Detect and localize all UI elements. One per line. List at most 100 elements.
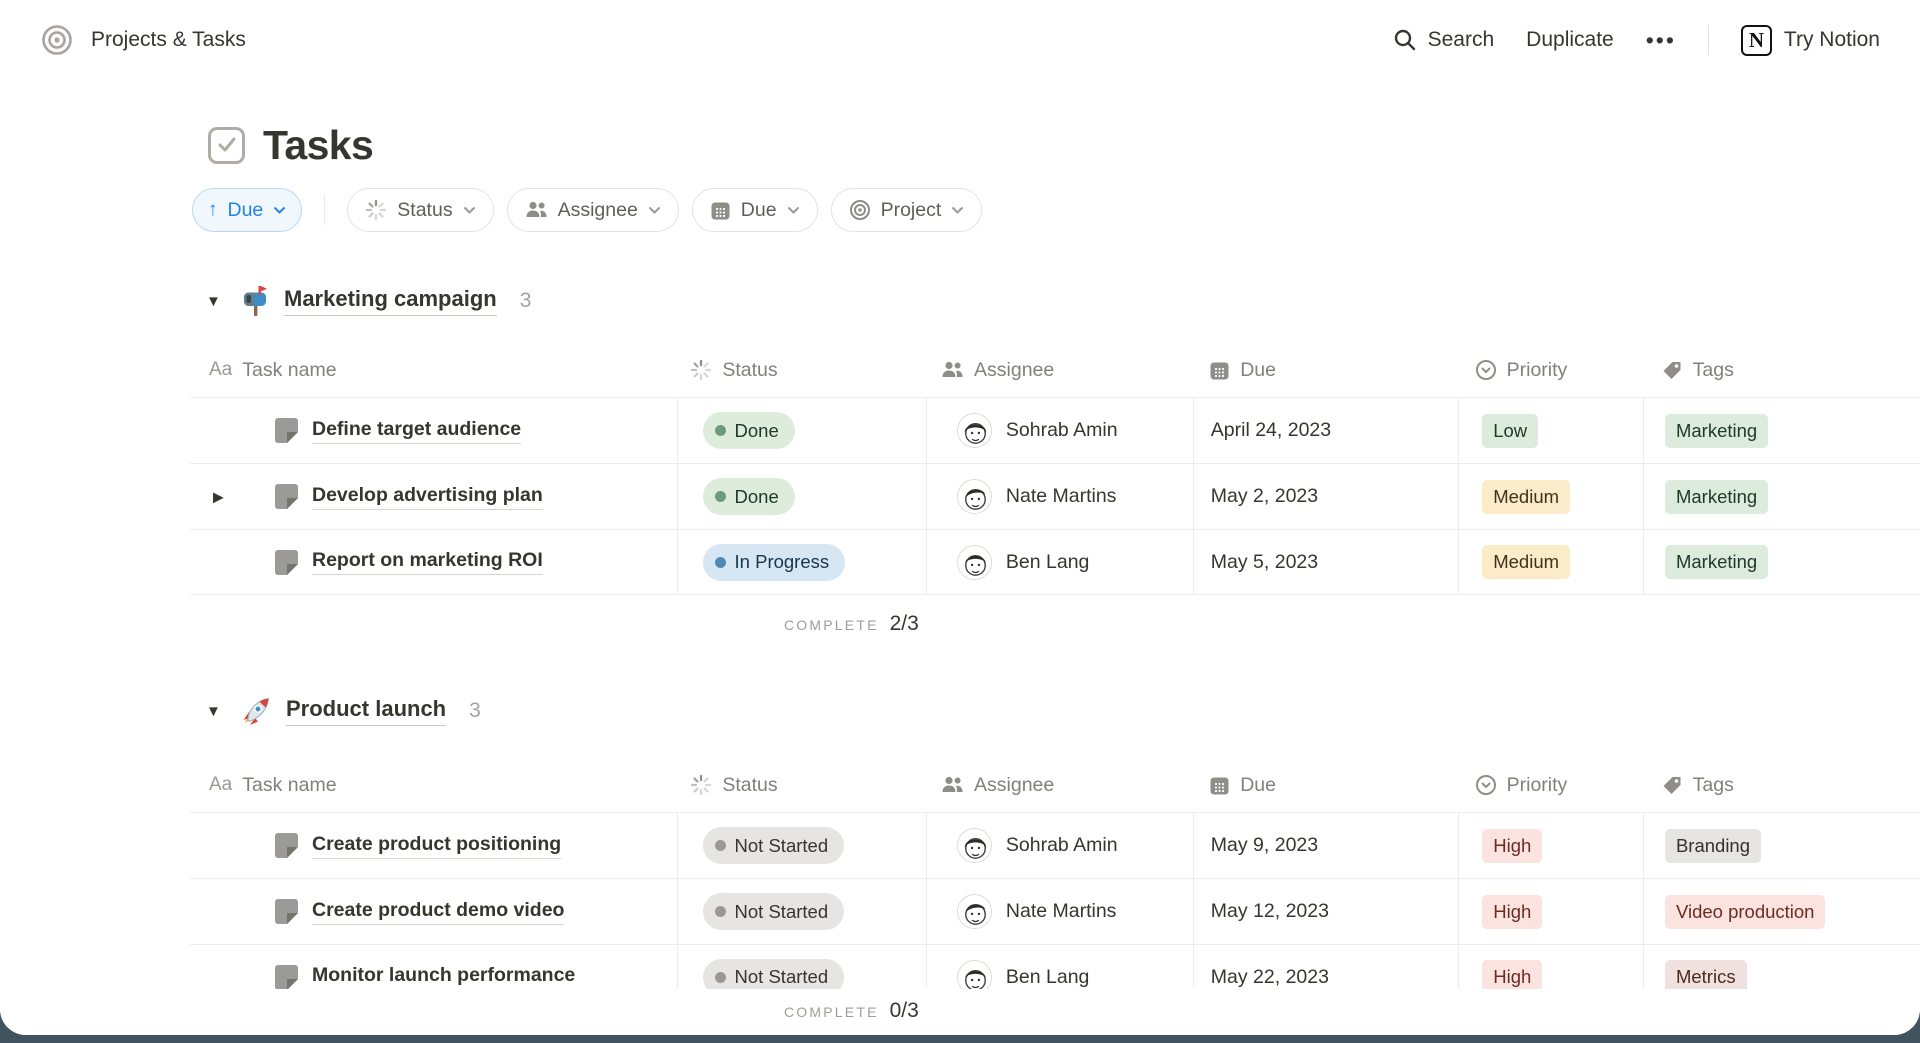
table-row[interactable]: Create product demo video Not Started Na…: [190, 878, 1920, 944]
priority-chip[interactable]: High: [1482, 895, 1542, 929]
priority-chip[interactable]: Medium: [1482, 545, 1570, 579]
sticky-footer: COMPLETE 0/3: [0, 989, 1920, 1035]
filter-status-pill[interactable]: Status: [347, 188, 493, 232]
collapse-toggle-icon[interactable]: ▼: [206, 703, 226, 720]
due-date[interactable]: May 12, 2023: [1211, 900, 1329, 923]
priority-chip[interactable]: Low: [1482, 414, 1538, 448]
column-header-due[interactable]: Due: [1190, 774, 1455, 797]
people-icon: [941, 360, 964, 380]
task-link[interactable]: Define target audience: [312, 418, 521, 444]
status-pill[interactable]: Not Started: [703, 893, 845, 930]
column-label: Task name: [242, 774, 336, 797]
table-row[interactable]: ▶ Develop advertising plan Done Nate Mar…: [190, 463, 1920, 529]
column-label: Due: [1240, 774, 1276, 797]
page-card: Projects & Tasks Search Duplicate ••• N …: [0, 0, 1920, 1035]
column-label: Status: [722, 774, 777, 797]
tasks-table: Aa Task name Status Assignee Due P: [190, 343, 1920, 595]
checkbox-page-icon[interactable]: [208, 127, 245, 164]
chevron-down-icon: [951, 206, 964, 214]
breadcrumb-label: Projects & Tasks: [91, 28, 246, 52]
page-icon: [274, 898, 299, 925]
group-title[interactable]: Product launch: [286, 696, 446, 726]
filter-assignee-pill[interactable]: Assignee: [507, 188, 679, 232]
calendar-icon: [1209, 360, 1230, 381]
tag-chip[interactable]: Video production: [1665, 895, 1826, 929]
column-label: Priority: [1507, 774, 1568, 797]
task-link[interactable]: Monitor launch performance: [312, 964, 575, 990]
task-link[interactable]: Create product demo video: [312, 899, 564, 925]
more-menu-button[interactable]: •••: [1646, 27, 1676, 54]
sort-label: Due: [228, 199, 264, 222]
tag-chip[interactable]: Branding: [1665, 829, 1761, 863]
assignee-name[interactable]: Ben Lang: [1006, 966, 1090, 989]
search-button[interactable]: Search: [1393, 28, 1495, 52]
column-header-tags[interactable]: Tags: [1642, 774, 1920, 797]
column-label: Tags: [1693, 359, 1734, 382]
assignee-name[interactable]: Sohrab Amin: [1006, 834, 1118, 857]
tag-icon: [1661, 359, 1683, 381]
due-date[interactable]: April 24, 2023: [1211, 419, 1331, 442]
breadcrumb[interactable]: Projects & Tasks: [40, 23, 246, 57]
filter-due-label: Due: [741, 199, 777, 222]
assignee-name[interactable]: Nate Martins: [1006, 900, 1117, 923]
complete-value: 0/3: [890, 999, 919, 1023]
column-header-task-name[interactable]: Aa Task name: [190, 359, 671, 382]
top-actions: Search Duplicate ••• N Try Notion: [1393, 25, 1880, 56]
group-marketing-campaign: ▼ Marketing campaign 3 Aa Task name: [0, 282, 1920, 638]
due-date[interactable]: May 9, 2023: [1211, 834, 1318, 857]
filter-project-label: Project: [881, 199, 942, 222]
duplicate-button[interactable]: Duplicate: [1526, 28, 1614, 52]
task-link[interactable]: Develop advertising plan: [312, 484, 543, 510]
column-header-tags[interactable]: Tags: [1642, 359, 1920, 382]
tag-chip[interactable]: Marketing: [1665, 480, 1768, 514]
text-property-icon: Aa: [209, 774, 232, 796]
assignee-name[interactable]: Ben Lang: [1006, 551, 1090, 574]
sort-due-pill[interactable]: ↑ Due: [192, 188, 302, 232]
column-label: Tags: [1693, 774, 1734, 797]
group-header: ▼ Marketing campaign 3: [206, 282, 1920, 320]
due-date[interactable]: May 5, 2023: [1211, 551, 1318, 574]
column-header-assignee[interactable]: Assignee: [922, 359, 1190, 382]
filter-due-pill[interactable]: Due: [692, 188, 818, 232]
column-header-due[interactable]: Due: [1190, 359, 1455, 382]
priority-chip[interactable]: High: [1482, 829, 1542, 863]
tag-chip[interactable]: Marketing: [1665, 545, 1768, 579]
column-header-status[interactable]: Status: [671, 774, 922, 797]
status-pill[interactable]: Not Started: [703, 827, 845, 864]
tasks-table: Aa Task name Status Assignee Due P: [190, 758, 1920, 1010]
expand-toggle-icon[interactable]: ▶: [213, 488, 224, 505]
priority-chip[interactable]: Medium: [1482, 480, 1570, 514]
page-icon: [274, 417, 299, 444]
status-pill[interactable]: Done: [703, 478, 795, 515]
column-label: Due: [1240, 359, 1276, 382]
column-label: Priority: [1507, 359, 1568, 382]
collapse-toggle-icon[interactable]: ▼: [206, 293, 226, 310]
assignee-name[interactable]: Sohrab Amin: [1006, 419, 1118, 442]
column-header-priority[interactable]: Priority: [1456, 774, 1642, 797]
column-header-assignee[interactable]: Assignee: [922, 774, 1190, 797]
table-header-row: Aa Task name Status Assignee Due P: [190, 758, 1920, 812]
table-row[interactable]: Report on marketing ROI In Progress Ben …: [190, 529, 1920, 595]
avatar: [957, 828, 992, 863]
task-link[interactable]: Create product positioning: [312, 833, 561, 859]
due-date[interactable]: May 2, 2023: [1211, 485, 1318, 508]
column-header-priority[interactable]: Priority: [1456, 359, 1642, 382]
task-link[interactable]: Report on marketing ROI: [312, 549, 543, 575]
status-icon: [690, 774, 712, 796]
chevron-down-icon: [273, 206, 286, 214]
due-date[interactable]: May 22, 2023: [1211, 966, 1329, 989]
column-header-task-name[interactable]: Aa Task name: [190, 774, 671, 797]
group-title[interactable]: Marketing campaign: [284, 286, 497, 316]
table-row[interactable]: Define target audience Done Sohrab Amin …: [190, 397, 1920, 463]
status-pill[interactable]: In Progress: [703, 544, 846, 581]
filter-project-pill[interactable]: Project: [831, 188, 983, 232]
page-icon: [274, 832, 299, 859]
table-row[interactable]: Create product positioning Not Started S…: [190, 812, 1920, 878]
status-dot: [715, 425, 726, 436]
status-pill[interactable]: Done: [703, 412, 795, 449]
complete-label: COMPLETE: [784, 1004, 879, 1020]
try-notion-button[interactable]: N Try Notion: [1741, 25, 1880, 56]
assignee-name[interactable]: Nate Martins: [1006, 485, 1117, 508]
tag-chip[interactable]: Marketing: [1665, 414, 1768, 448]
column-header-status[interactable]: Status: [671, 359, 922, 382]
